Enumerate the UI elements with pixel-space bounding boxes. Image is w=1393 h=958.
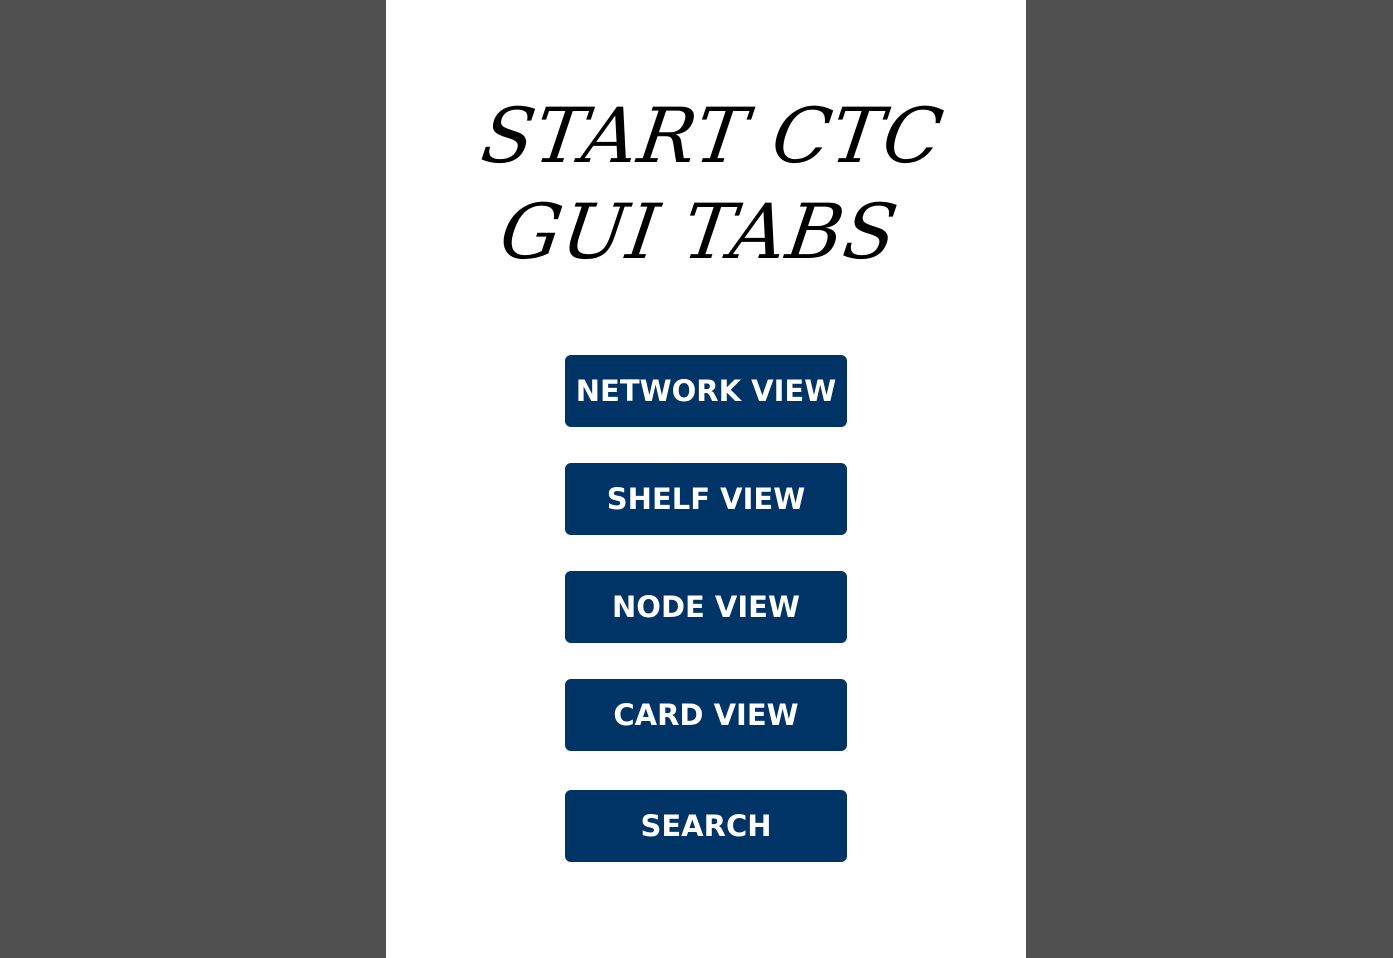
main-panel: START CTC GUI TABS NETWORK VIEW SHELF VI… bbox=[386, 0, 1026, 958]
search-button[interactable]: SEARCH bbox=[565, 790, 847, 862]
page-title-line-1: START CTC bbox=[476, 91, 950, 180]
app-background: START CTC GUI TABS NETWORK VIEW SHELF VI… bbox=[0, 0, 1393, 958]
page-title: START CTC GUI TABS bbox=[373, 88, 1040, 280]
node-view-button[interactable]: NODE VIEW bbox=[565, 571, 847, 643]
network-view-button[interactable]: NETWORK VIEW bbox=[565, 355, 847, 427]
page-title-line-2: GUI TABS bbox=[494, 187, 904, 276]
shelf-view-button[interactable]: SHELF VIEW bbox=[565, 463, 847, 535]
card-view-button[interactable]: CARD VIEW bbox=[565, 679, 847, 751]
